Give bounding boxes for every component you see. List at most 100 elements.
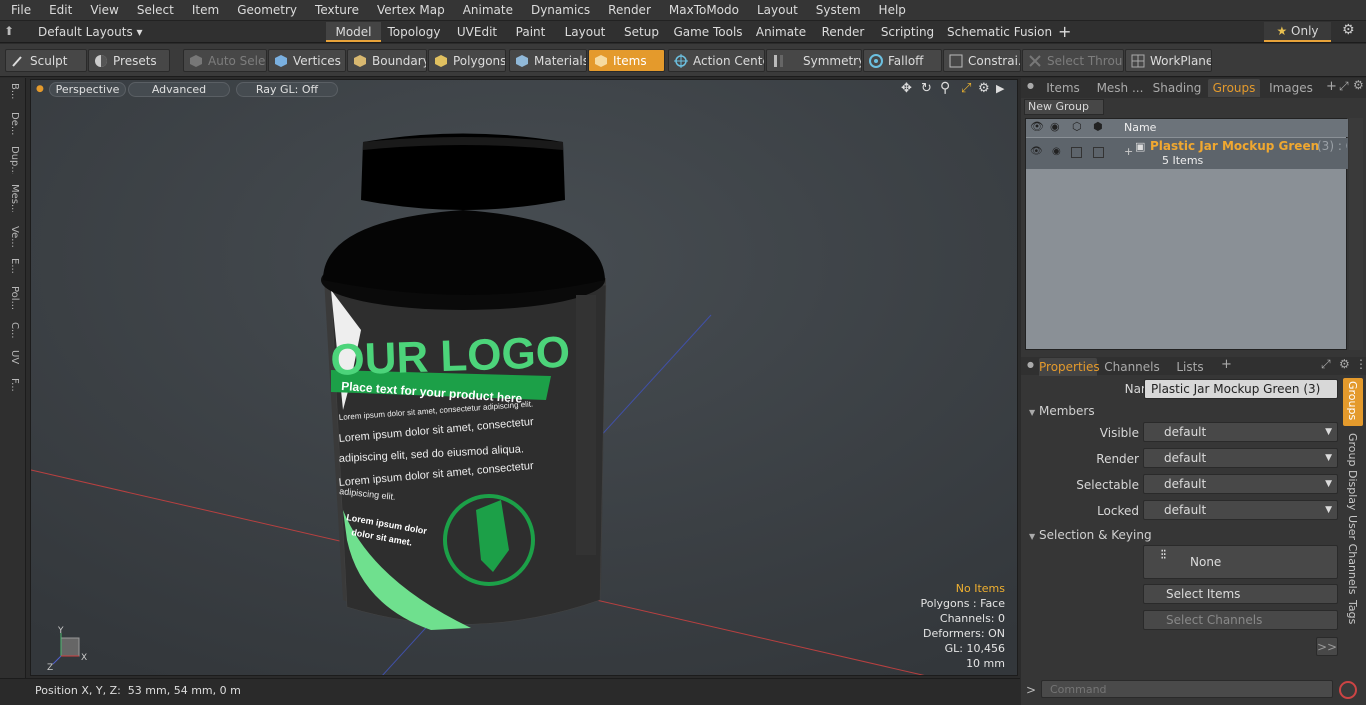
panel-tab-items[interactable]: Items — [1039, 79, 1087, 97]
sidestrip-tab-1[interactable]: De... — [6, 112, 20, 140]
group-row[interactable]: 👁 ◉ + ▣ Plastic Jar Mockup Green (3) : G… — [1026, 138, 1348, 169]
perspective-button[interactable]: Perspective — [49, 82, 126, 97]
expand-plus-icon[interactable]: + — [1124, 145, 1133, 158]
lock-icon[interactable]: ⬡ — [1072, 120, 1082, 133]
presets-button[interactable]: Presets — [88, 49, 170, 72]
select-channels-button[interactable]: Select Channels — [1143, 610, 1338, 630]
menu-view[interactable]: View — [79, 0, 125, 21]
panel-tab-mesh[interactable]: Mesh ... — [1093, 79, 1147, 97]
selectable-dropdown[interactable]: default ▼ — [1143, 474, 1338, 494]
menu-vertex-map[interactable]: Vertex Map — [366, 0, 452, 21]
sidestrip-tab-9[interactable]: F... — [6, 378, 20, 406]
menu-render[interactable]: Render — [597, 0, 658, 21]
advanced-button[interactable]: Advanced — [128, 82, 230, 97]
fit-icon[interactable]: ⤢ — [961, 81, 971, 96]
sidestrip-tab-6[interactable]: Pol... — [6, 286, 20, 314]
menu-edit[interactable]: Edit — [38, 0, 79, 21]
layout-tab-layout[interactable]: Layout — [560, 22, 610, 42]
viewport-gear-icon[interactable]: ⚙ — [978, 81, 990, 96]
layout-tab-topology[interactable]: Topology — [384, 22, 444, 42]
layout-tab-setup[interactable]: Setup — [616, 22, 667, 42]
sidestrip-tab-2[interactable]: Dup... — [6, 146, 20, 174]
sidestrip-tab-7[interactable]: C... — [6, 322, 20, 350]
new-group-button[interactable]: New Group — [1024, 99, 1104, 115]
sidestrip-tab-5[interactable]: E... — [6, 258, 20, 286]
bottom-gear-icon[interactable]: ⚙ — [1339, 357, 1350, 371]
groups-scrollbar[interactable] — [1349, 118, 1363, 350]
bottom-tab-channels[interactable]: Channels — [1103, 358, 1161, 376]
auto-select-button[interactable]: Auto Select — [183, 49, 267, 72]
items-button[interactable]: Items5 — [588, 49, 665, 72]
vtab-group-display[interactable]: Group Display — [1346, 433, 1359, 511]
expand-icon[interactable]: ⤢ — [1339, 79, 1349, 94]
symmetry-button[interactable]: Symmetry — [766, 49, 862, 72]
visible-dropdown[interactable]: default ▼ — [1143, 422, 1338, 442]
menu-dynamics[interactable]: Dynamics — [520, 0, 597, 21]
name-field[interactable]: Plastic Jar Mockup Green (3) — [1144, 379, 1338, 399]
none-button[interactable]: ⁝⁝ None — [1143, 545, 1338, 579]
locked-dropdown[interactable]: default ▼ — [1143, 500, 1338, 520]
layout-tab-animate[interactable]: Animate — [752, 22, 810, 42]
vtab-groups[interactable]: Groups — [1346, 381, 1359, 420]
play-icon[interactable]: ▶ — [996, 82, 1004, 95]
menu-file[interactable]: File — [0, 0, 38, 21]
menu-item[interactable]: Item — [181, 0, 226, 21]
bottom-menu-icon[interactable]: ⋮ — [1355, 357, 1366, 371]
vtab-user-channels[interactable]: User Channels — [1346, 515, 1359, 594]
layout-tab-uvedit[interactable]: UVEdit — [453, 22, 501, 42]
select-icon[interactable]: ⬢ — [1093, 120, 1103, 133]
selection-keying-section[interactable]: ▼ Selection & Keying — [1029, 528, 1152, 542]
render-icon[interactable]: ◉ — [1050, 120, 1060, 133]
add-panel-tab-icon[interactable]: + — [1326, 79, 1337, 94]
bottom-tab-lists[interactable]: Lists — [1167, 358, 1213, 376]
menu-maxtomodo[interactable]: MaxToModo — [658, 0, 746, 21]
menu-geometry[interactable]: Geometry — [226, 0, 304, 21]
sidestrip-tab-4[interactable]: Ve... — [6, 226, 20, 254]
eye-icon[interactable]: 👁 — [1030, 120, 1044, 133]
sidestrip-tab-8[interactable]: UV — [6, 350, 20, 378]
bottom-tab-properties[interactable]: Properties — [1039, 358, 1100, 376]
select-through-button[interactable]: Select Through — [1022, 49, 1124, 72]
materials-button[interactable]: Materials — [509, 49, 587, 72]
layout-tab-paint[interactable]: Paint — [508, 22, 553, 42]
sidestrip-tab-3[interactable]: Mes... — [6, 184, 20, 212]
panel-dot-icon[interactable]: ● — [1027, 81, 1035, 90]
layout-tab-render[interactable]: Render — [817, 22, 869, 42]
panel-tab-shading[interactable]: Shading — [1151, 79, 1203, 97]
menu-help[interactable]: Help — [868, 0, 913, 21]
raygl-button[interactable]: Ray GL: Off — [236, 82, 338, 97]
layout-tab-game-tools[interactable]: Game Tools — [672, 22, 744, 42]
panel-tab-images[interactable]: Images — [1267, 79, 1315, 97]
collapse-icon[interactable]: ⬆ — [4, 24, 20, 40]
3d-viewport[interactable]: OUR LOGO Place text for your product her… — [30, 79, 1018, 676]
render-dropdown[interactable]: default ▼ — [1143, 448, 1338, 468]
viewport-dot-icon[interactable]: ● — [36, 84, 44, 94]
vertices-button[interactable]: Vertices1 — [268, 49, 346, 72]
menu-layout[interactable]: Layout — [746, 0, 805, 21]
bottom-expand-icon[interactable]: ⤢ — [1321, 357, 1331, 372]
pan-icon[interactable]: ✥ — [901, 81, 912, 96]
rotate-icon[interactable]: ↻ — [921, 81, 932, 96]
menu-system[interactable]: System — [805, 0, 868, 21]
sidestrip-tab-0[interactable]: B... — [6, 83, 20, 111]
constraints-button[interactable]: Constrai... — [943, 49, 1021, 72]
select-items-button[interactable]: Select Items — [1143, 584, 1338, 604]
polygons-button[interactable]: Polygons — [428, 49, 506, 72]
more-button[interactable]: >> — [1316, 637, 1338, 656]
layout-tab-scripting[interactable]: Scripting — [876, 22, 939, 42]
row-render-icon[interactable]: ◉ — [1052, 146, 1061, 157]
add-tab-icon[interactable]: + — [1058, 22, 1072, 42]
panel-tab-groups[interactable]: Groups — [1208, 79, 1260, 97]
action-center-button[interactable]: Action Center — [668, 49, 765, 72]
row-eye-icon[interactable]: 👁 — [1030, 146, 1043, 157]
menu-animate[interactable]: Animate — [452, 0, 520, 21]
row-lock-checkbox[interactable] — [1071, 147, 1082, 158]
layout-selector[interactable]: Default Layouts ▾ — [38, 23, 143, 41]
gear-icon[interactable]: ⚙ — [1342, 22, 1355, 38]
members-section[interactable]: ▼ Members — [1029, 404, 1095, 418]
row-select-checkbox[interactable] — [1093, 147, 1104, 158]
record-icon[interactable] — [1339, 681, 1357, 699]
bottom-dot-icon[interactable]: ● — [1027, 360, 1034, 369]
workplane-button[interactable]: WorkPlane — [1125, 49, 1212, 72]
layout-tab-schematic-fusion[interactable]: Schematic Fusion — [947, 22, 1052, 42]
